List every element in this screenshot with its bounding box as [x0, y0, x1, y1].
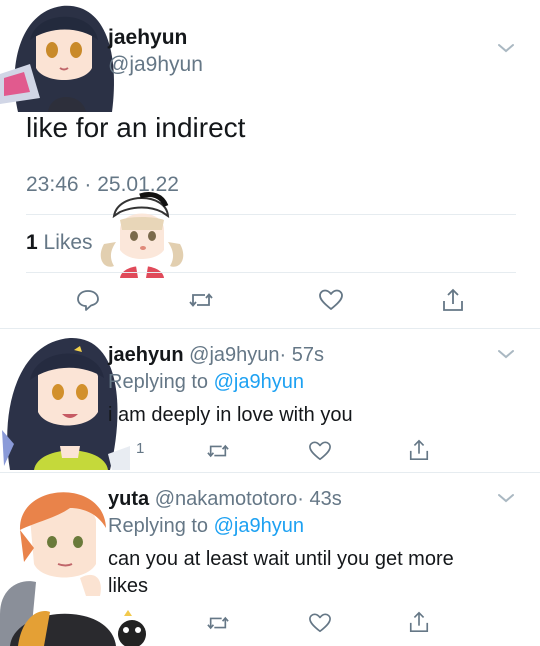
sticker-avatar [96, 186, 188, 278]
reply-count-button[interactable]: 1 [122, 440, 144, 457]
reply-display-name[interactable]: yuta [108, 488, 149, 510]
reply-display-name[interactable]: jaehyun [108, 344, 184, 366]
replying-prefix: Replying to [108, 371, 209, 393]
reply-text: i am deeply in love with you [108, 404, 353, 426]
reply-icon[interactable] [76, 288, 100, 312]
main-display-name[interactable]: jaehyun [108, 26, 187, 50]
replying-to-handle[interactable]: @ja9hyun [214, 515, 304, 537]
replying-prefix: Replying to [108, 515, 209, 537]
chevron-down-icon[interactable] [497, 492, 515, 504]
retweet-icon[interactable] [205, 612, 231, 634]
share-icon[interactable] [408, 438, 430, 462]
main-tweet-text: like for an indirect [26, 112, 246, 143]
reply-handle[interactable]: @ja9hyun [189, 344, 279, 366]
reply-text-line: likes [108, 575, 149, 597]
reply-handle[interactable]: @nakamototoro [155, 488, 298, 510]
replying-to: Replying to @ja9hyun [108, 515, 304, 538]
chevron-down-icon[interactable] [497, 348, 515, 360]
reply-text-line: can you at least wait until you get more [108, 548, 454, 570]
divider [26, 272, 516, 273]
reply-time[interactable]: · 57s [280, 344, 324, 366]
likes-label: Likes [43, 231, 93, 254]
like-icon[interactable] [308, 612, 332, 634]
likes-stat[interactable]: 1 Likes [26, 231, 93, 255]
retweet-icon[interactable] [205, 440, 231, 462]
divider [0, 328, 540, 329]
share-icon[interactable] [441, 287, 465, 313]
likes-count: 1 [26, 231, 38, 254]
main-avatar[interactable] [0, 0, 125, 112]
retweet-icon[interactable] [188, 288, 214, 312]
like-icon[interactable] [318, 288, 344, 312]
like-icon[interactable] [308, 440, 332, 462]
replying-to: Replying to @ja9hyun [108, 371, 304, 394]
replying-to-handle[interactable]: @ja9hyun [214, 371, 304, 393]
share-icon[interactable] [408, 610, 430, 634]
reply-count: 1 [136, 440, 145, 457]
chevron-down-icon[interactable] [497, 42, 515, 54]
reply-header: yuta @nakamototoro· 43s [108, 488, 342, 511]
main-handle[interactable]: @ja9hyun [108, 53, 203, 77]
divider [0, 472, 540, 473]
reply-time[interactable]: · 43s [297, 488, 341, 510]
reply-header: jaehyun @ja9hyun· 57s [108, 344, 324, 367]
